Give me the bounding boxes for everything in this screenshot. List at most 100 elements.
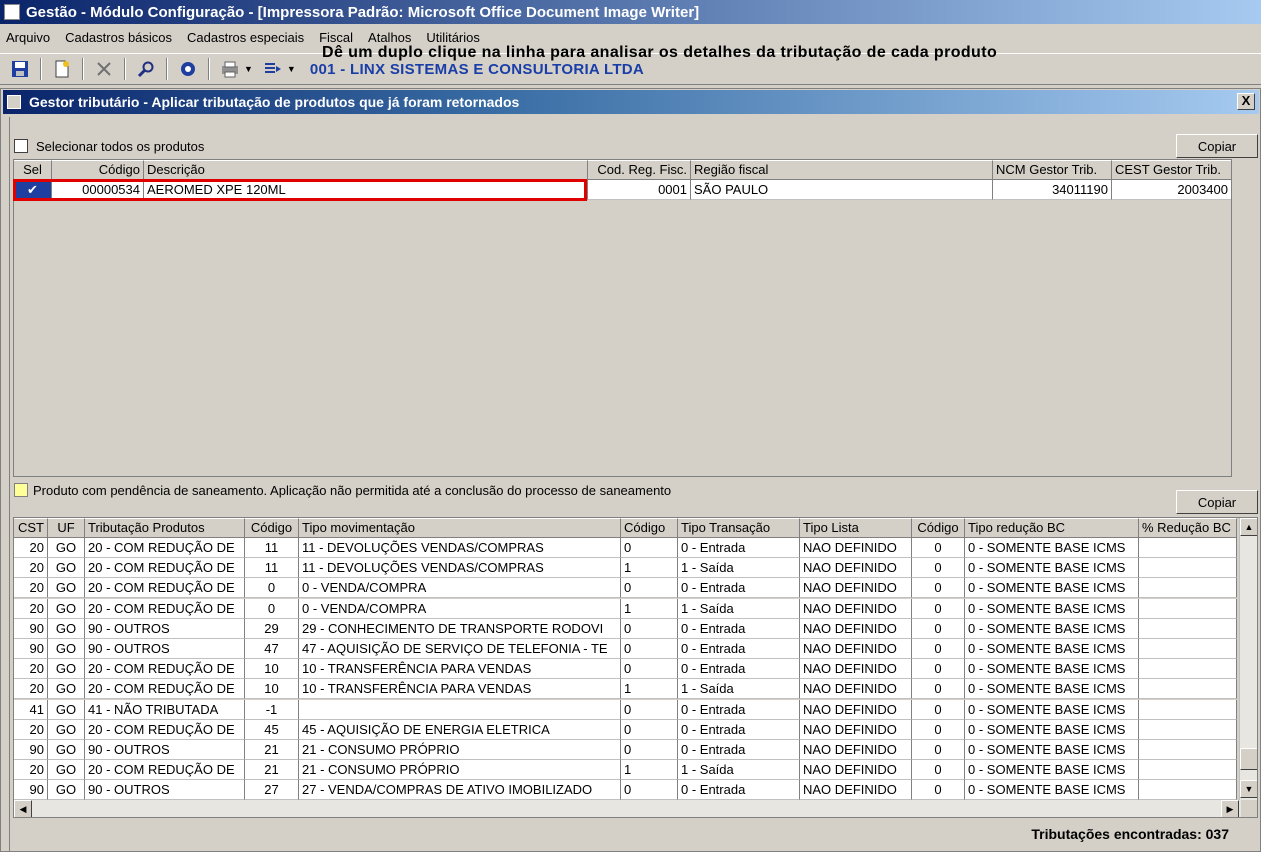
trib-col-2[interactable]: Tributação Produtos bbox=[85, 518, 245, 538]
menu-fiscal[interactable]: Fiscal bbox=[319, 30, 353, 45]
table-cell: 0 - Entrada bbox=[678, 659, 800, 680]
vertical-scrollbar[interactable]: ▲ ▼ bbox=[1239, 518, 1257, 800]
search-icon bbox=[137, 61, 154, 78]
save-button[interactable] bbox=[8, 57, 32, 81]
menu-utilitarios[interactable]: Utilitários bbox=[426, 30, 479, 45]
col-cest[interactable]: CEST Gestor Trib. bbox=[1112, 160, 1231, 180]
table-cell: 90 bbox=[14, 740, 48, 760]
table-row[interactable]: 20 GO 20 - COM REDUÇÃO DE 10 10 - TRANSFERÊN… bbox=[14, 679, 1237, 700]
export-button[interactable] bbox=[261, 57, 285, 81]
col-ncm[interactable]: NCM Gestor Trib. bbox=[993, 160, 1112, 180]
table-cell: 0 bbox=[912, 699, 965, 720]
trib-col-9[interactable]: Tipo redução BC bbox=[965, 518, 1139, 538]
trib-col-4[interactable]: Tipo movimentação bbox=[299, 518, 621, 538]
col-codigo[interactable]: Código bbox=[52, 160, 144, 180]
table-row[interactable]: 20 GO 20 - COM REDUÇÃO DE 10 10 - TRANSFERÊN… bbox=[14, 659, 1237, 680]
table-cell: 1 bbox=[621, 679, 678, 700]
trib-col-6[interactable]: Tipo Transação bbox=[678, 518, 800, 538]
menu-cadastros-especiais[interactable]: Cadastros especiais bbox=[187, 30, 304, 45]
table-row[interactable]: 90 GO 90 - OUTROS 47 47 - AQUISIÇÃO DE SERVI… bbox=[14, 639, 1237, 659]
select-all-checkbox[interactable] bbox=[14, 139, 28, 153]
col-sel[interactable]: Sel bbox=[14, 160, 52, 180]
table-cell: 0 bbox=[912, 598, 965, 619]
table-row[interactable]: 90 GO 90 - OUTROS 27 27 - VENDA/COMPRAS DE A… bbox=[14, 780, 1237, 801]
table-cell bbox=[1139, 760, 1237, 781]
table-row[interactable]: 20 GO 20 - COM REDUÇÃO DE 11 11 - DEVOLUÇÕES… bbox=[14, 538, 1237, 558]
table-cell bbox=[1139, 719, 1237, 740]
table-cell: 1 bbox=[621, 558, 678, 579]
select-all-label: Selecionar todos os produtos bbox=[36, 139, 205, 154]
table-row[interactable]: 20 GO 20 - COM REDUÇÃO DE 45 45 - AQUISIÇÃO … bbox=[14, 719, 1237, 740]
table-cell: 0 bbox=[912, 558, 965, 579]
trib-col-3[interactable]: Código bbox=[245, 518, 299, 538]
table-cell: 1 - Saída bbox=[678, 679, 800, 700]
table-row[interactable]: 90 GO 90 - OUTROS 21 21 - CONSUMO PRÓPRIO 0 0 … bbox=[14, 740, 1237, 760]
trib-col-10[interactable]: % Redução BC bbox=[1139, 518, 1237, 538]
table-cell: 90 - OUTROS bbox=[85, 780, 245, 801]
close-button[interactable]: X bbox=[1237, 93, 1255, 110]
settings-button[interactable] bbox=[176, 57, 200, 81]
table-row[interactable]: 20 GO 20 - COM REDUÇÃO DE 11 11 - DEVOLUÇÕES… bbox=[14, 558, 1237, 579]
table-cell: NAO DEFINIDO bbox=[800, 538, 912, 558]
table-row[interactable]: 20 GO 20 - COM REDUÇÃO DE 0 0 - VENDA/COMPRA… bbox=[14, 578, 1237, 599]
table-cell: 0 - SOMENTE BASE ICMS bbox=[965, 760, 1139, 781]
trib-col-5[interactable]: Código bbox=[621, 518, 678, 538]
table-cell bbox=[1139, 598, 1237, 619]
copy-products-button[interactable]: Copiar bbox=[1176, 134, 1258, 158]
table-cell: 0 bbox=[912, 578, 965, 599]
table-cell: 0 bbox=[621, 538, 678, 558]
scroll-right-button[interactable]: ▶ bbox=[1221, 800, 1239, 817]
dialog-title-bar: Gestor tributário - Aplicar tributação d… bbox=[3, 90, 1259, 114]
table-cell: NAO DEFINIDO bbox=[800, 639, 912, 659]
table-cell: 90 - OUTROS bbox=[85, 639, 245, 659]
table-cell: 11 bbox=[245, 558, 299, 579]
table-cell: 41 bbox=[14, 699, 48, 720]
print-button[interactable] bbox=[218, 57, 242, 81]
menu-cadastros-basicos[interactable]: Cadastros básicos bbox=[65, 30, 172, 45]
trib-col-8[interactable]: Código bbox=[912, 518, 965, 538]
table-cell: GO bbox=[48, 598, 85, 619]
scroll-thumb[interactable] bbox=[1240, 748, 1257, 770]
table-cell: 1 bbox=[621, 598, 678, 619]
table-cell: 10 - TRANSFERÊNCIA PARA VENDAS bbox=[299, 679, 621, 700]
table-cell: 20 - COM REDUÇÃO DE bbox=[85, 679, 245, 700]
search-button[interactable] bbox=[134, 57, 158, 81]
table-cell bbox=[1139, 538, 1237, 558]
copy-tributacoes-button[interactable]: Copiar bbox=[1176, 490, 1258, 514]
tributacoes-grid-header: CST UF Tributação Produtos Código Tipo movim… bbox=[14, 518, 1237, 538]
col-descricao[interactable]: Descrição bbox=[144, 160, 588, 180]
table-cell: 0 bbox=[912, 740, 965, 760]
table-cell: NAO DEFINIDO bbox=[800, 618, 912, 639]
save-icon bbox=[12, 61, 28, 77]
status-count: Tributações encontradas: 037 bbox=[1031, 826, 1229, 842]
menu-arquivo[interactable]: Arquivo bbox=[6, 30, 50, 45]
col-regiao-fiscal[interactable]: Região fiscal bbox=[691, 160, 993, 180]
delete-button[interactable] bbox=[92, 57, 116, 81]
row-checkbox[interactable]: ✔ bbox=[14, 180, 52, 200]
trib-col-7[interactable]: Tipo Lista bbox=[800, 518, 912, 538]
trib-col-1[interactable]: UF bbox=[48, 518, 85, 538]
pending-legend-swatch bbox=[14, 483, 28, 497]
table-cell: 0 - SOMENTE BASE ICMS bbox=[965, 740, 1139, 760]
table-cell: 0 bbox=[912, 780, 965, 801]
scroll-down-button[interactable]: ▼ bbox=[1240, 780, 1257, 798]
chevron-down-icon[interactable]: ▼ bbox=[244, 64, 253, 74]
chevron-down-icon[interactable]: ▼ bbox=[287, 64, 296, 74]
scroll-up-button[interactable]: ▲ bbox=[1240, 518, 1257, 536]
table-cell: 0 bbox=[912, 719, 965, 740]
table-row[interactable]: 20 GO 20 - COM REDUÇÃO DE 21 21 - CONSUMO PR… bbox=[14, 760, 1237, 781]
table-row[interactable]: 90 GO 90 - OUTROS 29 29 - CONHECIMENTO DE TR… bbox=[14, 618, 1237, 639]
menu-atalhos[interactable]: Atalhos bbox=[368, 30, 411, 45]
horizontal-scrollbar[interactable]: ◀ ▶ bbox=[14, 800, 1241, 817]
col-cod-reg-fisc[interactable]: Cod. Reg. Fisc. bbox=[588, 160, 691, 180]
table-row[interactable]: ✔ 00000534 AEROMED XPE 120ML 0001 SÃO PA… bbox=[14, 180, 1231, 200]
table-cell: 0 bbox=[912, 618, 965, 639]
table-cell: NAO DEFINIDO bbox=[800, 558, 912, 579]
new-button[interactable] bbox=[50, 57, 74, 81]
trib-col-0[interactable]: CST bbox=[14, 518, 48, 538]
table-row[interactable]: 41 GO 41 - NÃO TRIBUTADA -1 0 0 - Entrada NAO … bbox=[14, 699, 1237, 720]
scroll-left-button[interactable]: ◀ bbox=[14, 800, 32, 817]
table-row[interactable]: 20 GO 20 - COM REDUÇÃO DE 0 0 - VENDA/COMPRA… bbox=[14, 598, 1237, 619]
table-cell bbox=[1139, 659, 1237, 680]
table-cell: 0 - Entrada bbox=[678, 780, 800, 801]
